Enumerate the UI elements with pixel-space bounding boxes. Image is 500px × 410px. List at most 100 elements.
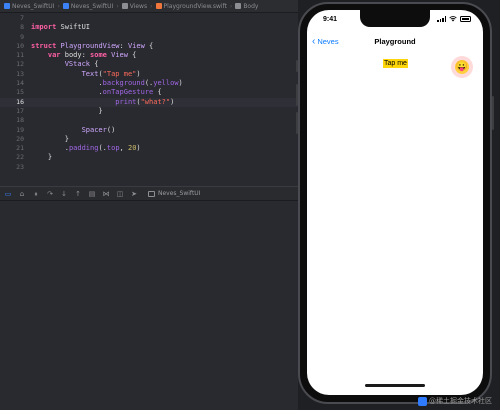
code-line[interactable]: 9 (0, 33, 298, 42)
breadcrumb-item[interactable]: PlaygroundView.swift (155, 2, 227, 10)
status-icons (437, 16, 471, 22)
code-token: . (31, 79, 103, 88)
code-text: } (31, 106, 103, 116)
code-text: .background(.yellow) (31, 79, 183, 88)
debug-target[interactable]: Neves_SwiftUI (148, 190, 200, 197)
breadcrumb-separator: › (229, 2, 233, 10)
step-in-icon[interactable]: ↓ (60, 190, 68, 198)
code-token: onTapGesture (102, 88, 154, 97)
code-token: print (115, 97, 137, 106)
line-number: 16 (16, 97, 24, 106)
cellular-signal-icon (437, 16, 446, 22)
volume-down-button (296, 112, 298, 134)
line-number: 17 (16, 106, 24, 115)
view-hierarchy-icon[interactable]: ▤ (88, 190, 96, 198)
breakpoints-icon[interactable]: ⌂ (18, 190, 26, 198)
step-over-icon[interactable]: ↷ (46, 190, 54, 198)
tap-me-text-button[interactable]: Tap me (383, 59, 408, 68)
line-number: 13 (16, 69, 24, 78)
breadcrumb-item-icon (235, 3, 242, 9)
breadcrumb-item[interactable]: Body (235, 3, 258, 10)
code-text: .onTapGesture { (31, 88, 162, 97)
code-text: VStack { (31, 60, 99, 69)
back-button[interactable]: ‹ Neves (312, 37, 339, 47)
code-line[interactable]: 14 .background(.yellow) (0, 79, 298, 88)
line-number: 20 (16, 134, 24, 143)
code-token: ) (136, 69, 141, 78)
code-token: , (119, 144, 128, 153)
breadcrumb-item-label: Body (243, 2, 259, 10)
status-time: 9:41 (323, 16, 338, 23)
breadcrumb-item[interactable]: Neves_SwiftUI (62, 2, 114, 10)
code-line[interactable]: 12 VStack { (0, 60, 298, 69)
watermark: @稀土掘金技术社区 (418, 396, 492, 406)
code-token: . (31, 88, 103, 97)
breadcrumb-item-icon (62, 3, 69, 9)
breadcrumb-item-icon (121, 3, 128, 9)
code-token: { (153, 88, 162, 97)
breadcrumb-item-icon (155, 3, 162, 9)
pause-icon[interactable]: ⏸ (32, 190, 40, 198)
code-text: import SwiftUI (31, 23, 90, 32)
line-number: 21 (16, 144, 24, 153)
breadcrumb-item-label: Neves_SwiftUI (70, 2, 114, 10)
code-line[interactable]: 16 print("what?") (0, 97, 298, 107)
code-line[interactable]: 10 struct PlaygroundView: View { (0, 42, 298, 51)
code-token: top (106, 144, 120, 153)
code-token: "Tap me" (102, 69, 137, 78)
code-token: yellow (153, 79, 179, 88)
code-line[interactable]: 15 .onTapGesture { (0, 88, 298, 97)
power-button (492, 96, 494, 130)
code-line[interactable]: 22 } (0, 153, 298, 162)
home-indicator[interactable] (365, 384, 425, 387)
code-line[interactable]: 19 Spacer() (0, 126, 298, 135)
code-token: Text (81, 69, 99, 78)
code-token: padding (68, 144, 99, 153)
environment-overrides-icon[interactable]: ◫ (116, 190, 124, 198)
code-text: var body: some View { (31, 51, 137, 60)
code-text: Spacer() (31, 125, 116, 135)
breadcrumb-item[interactable]: Views (121, 2, 148, 10)
notch (360, 10, 430, 27)
code-line[interactable]: 11 var body: some View { (0, 51, 298, 60)
code-token: View (111, 51, 128, 60)
code-line[interactable]: 17 } (0, 107, 298, 116)
code-token: background (102, 79, 145, 88)
code-token: } (31, 153, 53, 162)
code-token: ) (178, 79, 183, 88)
breadcrumb-item-label: Views (129, 2, 148, 10)
code-line[interactable]: 7 (0, 14, 298, 23)
code-token: (. (98, 144, 107, 153)
line-number: 19 (16, 125, 24, 134)
memory-graph-icon[interactable]: ⋈ (102, 190, 110, 198)
console-toggle-icon[interactable]: ▭ (4, 190, 12, 198)
code-line[interactable]: 23 (0, 163, 298, 172)
code-token: () (106, 125, 116, 134)
code-line[interactable]: 21 .padding(.top, 20) (0, 144, 298, 153)
code-editor[interactable]: 7 8 import SwiftUI 9 10 struct PlaygroundView… (0, 14, 298, 186)
step-out-icon[interactable]: ↑ (74, 190, 82, 198)
breadcrumb-item[interactable]: Neves_SwiftUI (4, 3, 54, 10)
code-token: VStack (64, 60, 91, 69)
code-token: struct (31, 41, 57, 50)
line-number: 12 (16, 60, 24, 69)
breadcrumb-item-label: PlaygroundView.swift (163, 2, 227, 10)
location-icon[interactable]: ➤ (130, 190, 138, 198)
line-number: 9 (20, 32, 24, 41)
code-line[interactable]: 8 import SwiftUI (0, 23, 298, 32)
mute-switch (296, 60, 298, 72)
code-token: { (144, 41, 154, 50)
code-line[interactable]: 18 (0, 116, 298, 125)
code-text: .padding(.top, 20) (31, 144, 141, 153)
code-token: } (31, 106, 103, 115)
code-line[interactable]: 13 Text("Tap me") (0, 70, 298, 79)
code-line[interactable]: 20 } (0, 135, 298, 144)
code-token: } (31, 134, 69, 143)
code-token: SwiftUI (56, 23, 91, 32)
breadcrumb-separator: › (116, 2, 119, 10)
